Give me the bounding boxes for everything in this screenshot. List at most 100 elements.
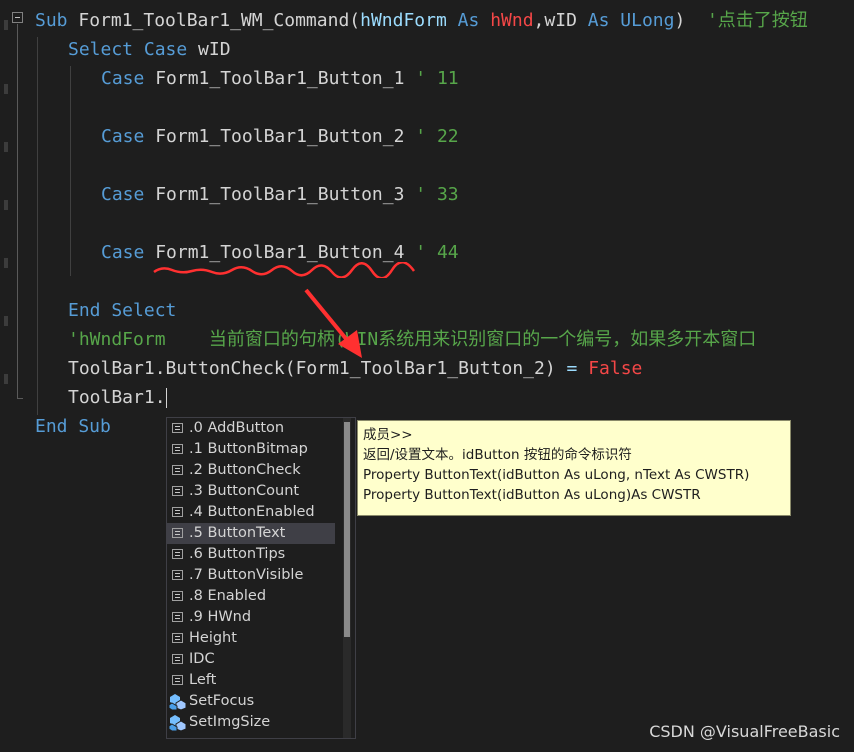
- code-line-select: Select Case wID: [68, 35, 231, 64]
- keyword: Case: [101, 184, 145, 205]
- annotation-underline: [153, 262, 416, 278]
- property-icon: [172, 423, 183, 433]
- type-name: hWnd: [490, 10, 534, 31]
- completion-item[interactable]: SetImgSize: [167, 712, 355, 733]
- completion-item[interactable]: .9 HWnd: [167, 607, 355, 628]
- completion-item[interactable]: .8 Enabled: [167, 586, 355, 607]
- completion-item-label: .4 ButtonEnabled: [189, 504, 315, 520]
- gutter-marker: [4, 142, 8, 152]
- completion-item-label: .8 Enabled: [189, 588, 267, 604]
- completion-item[interactable]: .0 AddButton: [167, 418, 355, 439]
- completion-item-label: Left: [189, 672, 217, 688]
- completion-item-label: SetFocus: [189, 693, 255, 709]
- completion-item[interactable]: SetFocus: [167, 691, 355, 712]
- gutter-marker: [4, 200, 8, 210]
- code-line-comment: 'hWndForm 当前窗口的句柄(WIN系统用来识别窗口的一个编号，如果多开本…: [68, 329, 757, 350]
- gutter-marker: [4, 316, 8, 326]
- type-name: ULong: [620, 10, 675, 31]
- code-comment: ' 22: [404, 126, 459, 147]
- completion-item[interactable]: .1 ButtonBitmap: [167, 439, 355, 460]
- param-name: hWndForm: [360, 10, 447, 31]
- gutter-marker: [4, 374, 8, 384]
- completion-item[interactable]: .7 ButtonVisible: [167, 565, 355, 586]
- completion-item-label: .0 AddButton: [189, 420, 285, 436]
- editor-gutter: [0, 0, 30, 752]
- completion-item[interactable]: Height: [167, 628, 355, 649]
- scrollbar-thumb[interactable]: [344, 422, 350, 637]
- code-comment: ' 33: [404, 184, 459, 205]
- text-cursor: [165, 388, 167, 408]
- gutter-marker: [4, 20, 8, 30]
- code-text: ToolBar1.ButtonCheck(: [68, 358, 296, 379]
- code-line-sub: Sub Form1_ToolBar1_WM_Command(hWndForm A…: [35, 6, 808, 35]
- fold-range-end: [17, 398, 23, 399]
- property-icon: [172, 633, 183, 643]
- keyword: Case: [101, 68, 145, 89]
- keyword: Case: [101, 242, 145, 263]
- code-line-case: Case Form1_ToolBar1_Button_3 ' 33: [101, 180, 459, 209]
- property-icon: [172, 486, 183, 496]
- tooltip-signature: Property ButtonText(idButton As uLong, n…: [363, 467, 750, 483]
- code-line-end-select: End Select: [68, 300, 177, 321]
- completion-item[interactable]: .3 ButtonCount: [167, 481, 355, 502]
- property-icon: [172, 675, 183, 685]
- keyword: Case: [101, 126, 145, 147]
- completion-item-label: .1 ButtonBitmap: [189, 441, 308, 457]
- property-icon: [172, 570, 183, 580]
- completion-item-label: .3 ButtonCount: [189, 483, 300, 499]
- keyword: Sub: [35, 10, 68, 31]
- code-text: Form1_ToolBar1_Button_4: [144, 242, 405, 263]
- code-text: Form1_ToolBar1_Button_3: [144, 184, 405, 205]
- operator: =: [566, 358, 578, 379]
- code-text: Form1_ToolBar1_Button_2: [295, 358, 545, 379]
- code-comment: ' 44: [404, 242, 459, 263]
- completion-item[interactable]: .6 ButtonTips: [167, 544, 355, 565]
- completion-item-label: SetImgSize: [189, 714, 271, 730]
- property-icon: [172, 528, 183, 538]
- completion-item-label: .6 ButtonTips: [189, 546, 286, 562]
- completion-item-label: .5 ButtonText: [189, 525, 286, 541]
- code-line-case: Case Form1_ToolBar1_Button_2 ' 22: [101, 122, 459, 151]
- property-icon: [172, 465, 183, 475]
- indent-guide: [70, 66, 71, 276]
- completion-scrollbar[interactable]: [343, 418, 351, 738]
- tooltip-signature: Property ButtonText(idButton As uLong)As…: [363, 487, 701, 503]
- fold-toggle-icon[interactable]: [12, 12, 23, 23]
- property-icon: [172, 591, 183, 601]
- tooltip-description: 返回/设置文本。idButton 按钮的命令标识符: [363, 447, 632, 463]
- completion-item[interactable]: .5 ButtonText: [167, 523, 335, 544]
- completion-item[interactable]: IDC: [167, 649, 355, 670]
- member-tooltip: 成员>> 返回/设置文本。idButton 按钮的命令标识符 Property …: [357, 420, 791, 516]
- watermark: CSDN @VisualFreeBasic: [649, 722, 840, 741]
- code-text: ToolBar1.: [68, 387, 166, 408]
- property-icon: [172, 444, 183, 454]
- code-line-case: Case Form1_ToolBar1_Button_1 ' 11: [101, 64, 459, 93]
- completion-item-label: .9 HWnd: [189, 609, 252, 625]
- code-line-typing[interactable]: ToolBar1.: [68, 383, 167, 412]
- completion-item[interactable]: Left: [167, 670, 355, 691]
- keyword-false: False: [588, 358, 643, 379]
- punct: ,: [533, 10, 545, 31]
- method-icon: [169, 715, 187, 731]
- code-text: Form1_ToolBar1_Button_1: [144, 68, 405, 89]
- code-text: ): [544, 358, 567, 379]
- punct: ): [674, 10, 686, 31]
- code-comment: ' 11: [404, 68, 459, 89]
- completion-item[interactable]: .4 ButtonEnabled: [167, 502, 355, 523]
- completion-item-label: Height: [189, 630, 237, 646]
- code-comment: '点击了按钮: [685, 10, 808, 31]
- code-text: wID: [187, 39, 231, 60]
- keyword: As: [446, 10, 491, 31]
- completion-item-label: .7 ButtonVisible: [189, 567, 304, 583]
- code-line-end-sub: End Sub: [35, 416, 111, 437]
- fold-range-line: [17, 24, 18, 399]
- completion-list[interactable]: .0 AddButton .1 ButtonBitmap .2 ButtonChec…: [166, 417, 356, 739]
- keyword: As: [576, 10, 621, 31]
- completion-item[interactable]: .2 ButtonCheck: [167, 460, 355, 481]
- param-name: wID: [544, 10, 577, 31]
- tooltip-header: 成员>>: [363, 427, 413, 443]
- completion-item-label: IDC: [189, 651, 215, 667]
- annotation-arrow: [304, 288, 362, 358]
- completion-item-label: .2 ButtonCheck: [189, 462, 301, 478]
